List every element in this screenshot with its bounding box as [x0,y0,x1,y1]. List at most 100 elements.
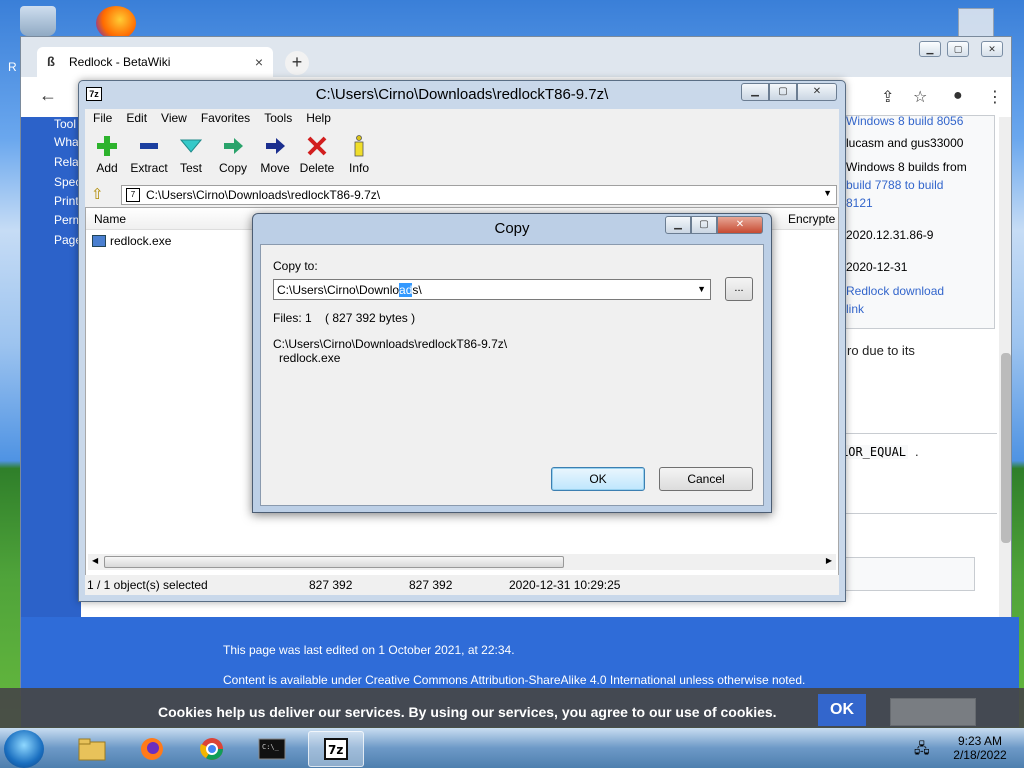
document-desktop-icon[interactable] [958,8,994,38]
sidebar-link[interactable]: Rela [54,155,79,169]
infobox-link[interactable]: build 7788 to build [846,176,994,194]
menu-tools[interactable]: Tools [264,111,292,127]
ok-button[interactable]: OK [551,467,645,491]
bookmark-star-icon[interactable]: ☆ [913,87,927,107]
desktop-label-fragment: R [8,60,17,74]
back-arrow-icon[interactable]: ← [39,85,57,106]
destination-path-combobox[interactable]: C:\Users\Cirno\Downloads\ ▼ [273,279,711,300]
path-selected-text: ad [399,283,413,297]
command-prompt-icon: C:\_ [258,738,286,760]
add-button[interactable]: Add [85,135,129,175]
new-tab-button[interactable]: + [285,51,309,75]
menu-edit[interactable]: Edit [126,111,147,127]
column-encrypted[interactable]: Encrypte [788,212,835,226]
recycle-bin-icon[interactable] [20,6,56,36]
firefox-icon [141,738,163,760]
cookie-ok-button[interactable]: OK [818,694,866,726]
archive-icon: 7 [126,188,140,202]
extract-icon [140,143,158,149]
list-item[interactable]: redlock.exe [92,234,171,248]
menu-favorites[interactable]: Favorites [201,111,250,127]
horizontal-scrollbar[interactable]: ◀ ▶ [88,554,836,570]
move-icon [266,138,285,154]
horizontal-scrollbar-thumb[interactable] [104,556,564,568]
dialog-window-controls: ▁ ▢ ✕ [665,216,763,234]
dialog-close-button[interactable]: ✕ [717,216,763,234]
sevenzip-toolbar: Add Extract Test Copy Move Delete Info [85,129,839,183]
delete-label: Delete [299,161,335,175]
move-button[interactable]: Move [253,135,297,175]
source-path: C:\Users\Cirno\Downloads\redlockT86-9.7z… [273,337,508,351]
wiki-sidebar: Tool Wha Rela Spec Print Perm Page [21,117,83,637]
browser-maximize-button[interactable]: ▢ [947,41,969,57]
status-selected: 1 / 1 object(s) selected [87,578,208,592]
share-icon[interactable]: ⇪ [881,87,894,107]
files-info: Files: 1 ( 827 392 bytes ) [273,311,416,325]
path-text: C:\Users\Cirno\Downlo [277,283,400,297]
dialog-minimize-button[interactable]: ▁ [665,216,691,234]
sidebar-link[interactable]: Tool [54,117,76,131]
browse-button[interactable]: ... [725,277,753,301]
scroll-right-icon[interactable]: ▶ [826,556,832,565]
folder-up-icon[interactable]: ⇧ [91,185,104,203]
sevenzip-window-controls: ▁ ▢ ✕ [741,83,837,101]
footer-license: Content is available under Creative Comm… [223,673,806,687]
sidebar-link[interactable]: Wha [54,135,79,149]
sidebar-link[interactable]: Print [54,194,79,208]
browser-tab[interactable]: ß Redlock - BetaWiki × [37,47,273,77]
infobox-link[interactable]: link [846,300,994,318]
browser-tab-title: Redlock - BetaWiki [69,55,171,69]
profile-avatar-icon[interactable]: ● [953,87,963,105]
exe-file-icon [92,235,106,247]
divider [839,513,997,514]
menu-view[interactable]: View [161,111,187,127]
close-button[interactable]: ✕ [797,83,837,101]
start-button[interactable] [4,730,44,768]
powered-by-mediawiki-badge[interactable] [890,698,976,726]
address-dropdown-icon[interactable]: ▼ [823,188,832,198]
infobox-text: lucasm and gus33000 [846,136,964,150]
browser-close-button[interactable]: ✕ [981,41,1003,57]
dialog-maximize-button[interactable]: ▢ [691,216,717,234]
clock-date: 2/18/2022 [953,748,1007,762]
minimize-button[interactable]: ▁ [741,83,769,101]
tab-close-icon[interactable]: × [255,54,263,70]
address-input[interactable]: 7 C:\Users\Cirno\Downloads\redlockT86-9.… [121,185,837,205]
delete-button[interactable]: Delete [295,135,339,175]
network-icon[interactable]: 🖧 [914,738,930,762]
taskbar-7zip[interactable]: 7z [308,731,364,767]
cancel-button[interactable]: Cancel [659,467,753,491]
file-name: redlock.exe [110,234,172,248]
menu-help[interactable]: Help [306,111,331,127]
test-button[interactable]: Test [169,135,213,175]
infobox-text: 2020.12.31.86-9 [846,228,934,242]
clock[interactable]: 9:23 AM 2/18/2022 [940,734,1020,762]
infobox-link[interactable]: Redlock download [846,282,994,300]
add-icon [97,136,117,156]
taskbar-cmd[interactable]: C:\_ [244,731,300,767]
combobox-dropdown-icon[interactable]: ▼ [697,284,706,294]
taskbar-chrome[interactable] [184,731,240,767]
maximize-button[interactable]: ▢ [769,83,797,101]
info-button[interactable]: Info [337,135,381,175]
cookie-text: Cookies help us deliver our services. By… [158,704,777,720]
browser-minimize-button[interactable]: ▁ [919,41,941,57]
menu-file[interactable]: File [93,111,112,127]
sevenzip-statusbar: 1 / 1 object(s) selected 827 392 827 392… [85,575,839,595]
page-scrollbar-thumb[interactable] [1001,353,1011,543]
extract-button[interactable]: Extract [127,135,171,175]
firefox-desktop-icon[interactable] [96,6,136,40]
scroll-left-icon[interactable]: ◀ [92,556,98,565]
taskbar-firefox[interactable] [124,731,180,767]
folder-icon [78,738,106,761]
article-text-fragment: ro due to its [847,343,915,358]
address-value: C:\Users\Cirno\Downloads\redlockT86-9.7z… [146,188,381,202]
infobox-link[interactable]: 8121 [846,194,994,212]
sevenzip-titlebar[interactable]: 7z C:\Users\Cirno\Downloads\redlockT86-9… [79,81,845,109]
copy-button[interactable]: Copy [211,135,255,175]
clock-time: 9:23 AM [957,734,1003,748]
infobox-link[interactable]: Windows 8 build 8056 [846,112,994,130]
menu-dots-icon[interactable]: ⋮ [987,87,1003,107]
taskbar-explorer[interactable] [64,731,120,767]
column-name[interactable]: Name [94,212,126,226]
